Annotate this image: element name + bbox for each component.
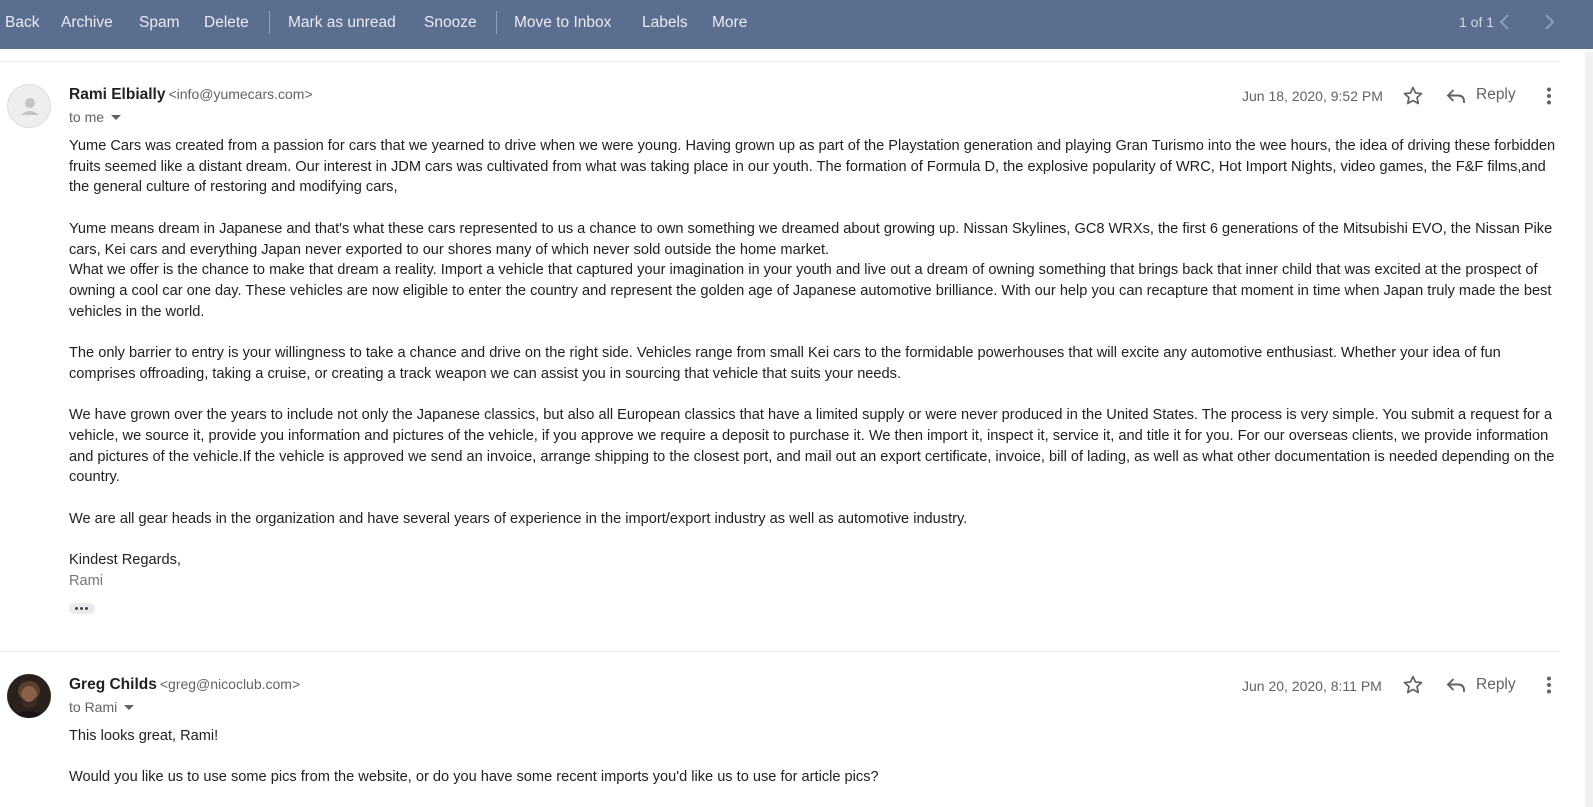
message-date: Jun 18, 2020, 9:52 PM bbox=[1242, 88, 1383, 104]
star-icon[interactable] bbox=[1401, 84, 1425, 108]
reply-button[interactable]: Reply bbox=[1476, 86, 1516, 104]
message-divider bbox=[0, 651, 1560, 652]
message-body: This looks great, Rami! Would you like u… bbox=[69, 726, 1559, 788]
labels-button[interactable]: Labels bbox=[642, 0, 688, 45]
toolbar-divider bbox=[269, 11, 270, 34]
avatar[interactable] bbox=[7, 674, 51, 718]
recipient-label: to Rami bbox=[69, 699, 118, 715]
message-body: Yume Cars was created from a passion for… bbox=[69, 136, 1559, 621]
more-button[interactable]: More bbox=[712, 0, 747, 45]
avatar[interactable] bbox=[7, 84, 51, 128]
toolbar-divider bbox=[496, 11, 497, 34]
body-paragraph: The only barrier to entry is your willin… bbox=[69, 345, 1501, 382]
mark-unread-button[interactable]: Mark as unread bbox=[288, 0, 396, 45]
thread-top-border bbox=[0, 61, 1560, 62]
body-paragraph: What we offer is the chance to make that… bbox=[69, 262, 1552, 320]
body-paragraph: We have grown over the years to include … bbox=[69, 407, 1555, 486]
signoff: Kindest Regards, bbox=[69, 551, 181, 568]
show-trimmed-content-button[interactable] bbox=[69, 603, 95, 615]
action-toolbar: Back Archive Spam Delete Mark as unread … bbox=[0, 0, 1593, 49]
recipient-details[interactable]: to me bbox=[69, 109, 122, 125]
sender[interactable]: Greg Childs <greg@nicoclub.com> bbox=[69, 676, 300, 694]
caret-down-icon bbox=[111, 114, 122, 120]
back-button[interactable]: Back bbox=[5, 0, 39, 45]
delete-button[interactable]: Delete bbox=[204, 0, 249, 45]
scrollbar-track[interactable] bbox=[1585, 52, 1593, 807]
recipient-label: to me bbox=[69, 109, 105, 125]
profile-photo-icon bbox=[7, 674, 51, 718]
person-icon bbox=[21, 98, 39, 115]
pagination-count: 1 of 1 bbox=[1459, 14, 1495, 30]
recipient-details[interactable]: to Rami bbox=[69, 699, 135, 715]
snooze-button[interactable]: Snooze bbox=[424, 0, 477, 45]
body-paragraph: This looks great, Rami! bbox=[69, 728, 219, 744]
sender-email: <greg@nicoclub.com> bbox=[159, 676, 301, 692]
message-date: Jun 20, 2020, 8:11 PM bbox=[1242, 678, 1382, 694]
body-paragraph: We are all gear heads in the organizatio… bbox=[69, 510, 968, 527]
sender-name: Rami Elbially bbox=[69, 86, 166, 103]
reply-icon[interactable] bbox=[1444, 673, 1468, 697]
reply-button[interactable]: Reply bbox=[1476, 676, 1516, 694]
body-paragraph: Would you like us to use some pics from … bbox=[69, 769, 879, 786]
sender-name: Greg Childs bbox=[69, 676, 157, 693]
reply-icon[interactable] bbox=[1444, 84, 1468, 108]
caret-down-icon bbox=[124, 704, 135, 710]
signature: Rami bbox=[69, 572, 104, 589]
more-vert-icon[interactable] bbox=[1537, 673, 1561, 697]
body-paragraph: Yume Cars was created from a passion for… bbox=[69, 138, 1556, 196]
sender[interactable]: Rami Elbially <info@yumecars.com> bbox=[69, 86, 313, 104]
move-to-inbox-button[interactable]: Move to Inbox bbox=[514, 0, 611, 45]
chevron-left-icon[interactable] bbox=[1495, 12, 1515, 32]
archive-button[interactable]: Archive bbox=[61, 0, 113, 45]
star-icon[interactable] bbox=[1401, 673, 1425, 697]
more-vert-icon[interactable] bbox=[1537, 84, 1561, 108]
chevron-right-icon[interactable] bbox=[1539, 12, 1559, 32]
spam-button[interactable]: Spam bbox=[139, 0, 180, 45]
sender-email: <info@yumecars.com> bbox=[168, 86, 313, 102]
body-paragraph: Yume means dream in Japanese and that's … bbox=[69, 220, 1553, 258]
